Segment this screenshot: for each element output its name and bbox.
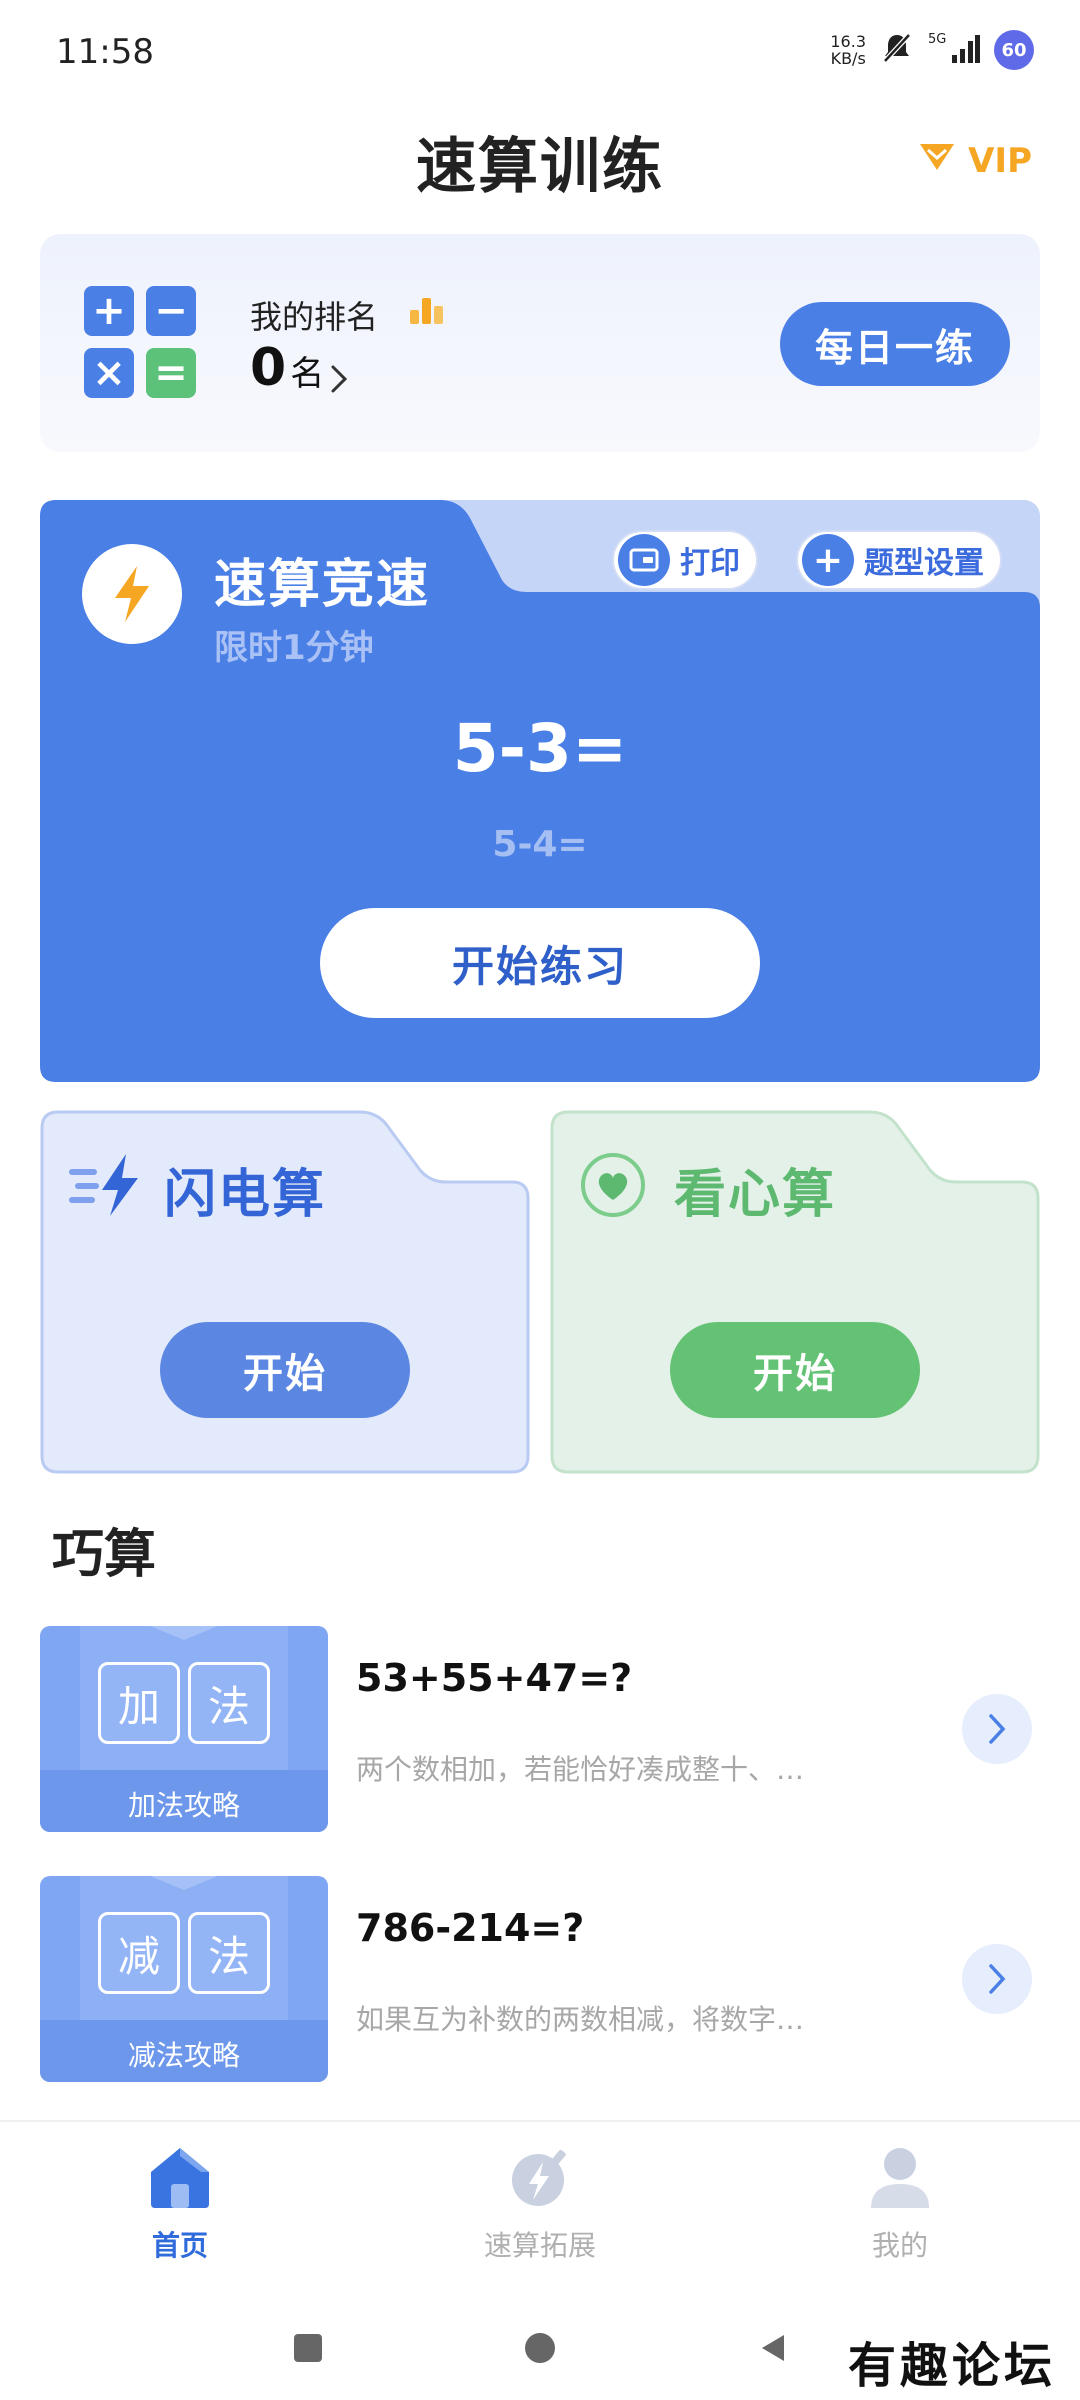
nav-item-speed-extend[interactable]: 速算拓展: [440, 2142, 640, 2264]
equals-icon: =: [146, 348, 196, 398]
nav-item-mine[interactable]: 我的: [800, 2142, 1000, 2264]
nav-label-speed-extend: 速算拓展: [483, 2229, 596, 2262]
nav-label-mine: 我的: [871, 2229, 928, 2262]
print-label: 打印: [680, 546, 740, 581]
lightning-calc-card[interactable]: 闪电算 开始: [40, 1110, 530, 1474]
heart-start-button[interactable]: 开始: [670, 1322, 920, 1418]
addition-thumbnail: 加 法 加法攻略: [40, 1626, 328, 1832]
trick-item-subtraction[interactable]: 减 法 减法攻略 786-214=? 如果互为补数的两数相减，将数字…: [40, 1876, 1040, 2082]
subtraction-thumbnail: 减 法 减法攻略: [40, 1876, 328, 2082]
race-title: 速算竞速: [214, 555, 431, 615]
heart-icon: [578, 1150, 648, 1224]
mute-icon: [880, 31, 914, 69]
heart-calc-title: 看心算: [674, 1165, 837, 1225]
stopwatch-lightning-icon: [440, 2142, 640, 2216]
lightning-start-button[interactable]: 开始: [160, 1322, 410, 1418]
trick-description: 如果互为补数的两数相减，将数字…: [356, 2003, 805, 2036]
tricks-section-title: 巧算: [52, 1525, 157, 1585]
network-speed: 16.3 KB/s: [830, 33, 866, 67]
rank-number: 0: [250, 338, 287, 398]
print-button[interactable]: 打印: [612, 530, 758, 590]
question-type-settings-button[interactable]: + 题型设置: [796, 530, 1002, 590]
heart-calc-card[interactable]: 看心算 开始: [550, 1110, 1040, 1474]
trick-description: 两个数相加，若能恰好凑成整十、…: [356, 1753, 805, 1786]
lightning-icon: [68, 1150, 148, 1224]
next-expression: 5-4=: [492, 824, 588, 865]
thumbnail-char: 法: [188, 1662, 270, 1744]
diamond-icon: [916, 138, 958, 183]
status-bar: 11:58 16.3 KB/s 5G 60: [0, 0, 1080, 100]
thumbnail-char: 减: [98, 1912, 180, 1994]
trick-item-addition[interactable]: 加 法 加法攻略 53+55+47=? 两个数相加，若能恰好凑成整十、…: [40, 1626, 1040, 1832]
rank-card[interactable]: + − × = 我的排名 0名 每日一练: [40, 234, 1040, 452]
current-expression: 5-3=: [452, 710, 628, 787]
recent-apps-icon[interactable]: [290, 2330, 326, 2370]
bar-chart-icon: [408, 294, 446, 330]
settings-label: 题型设置: [864, 546, 984, 581]
lightning-calc-title: 闪电算: [164, 1165, 327, 1225]
rank-label: 我的排名: [250, 298, 379, 336]
thumbnail-char: 加: [98, 1662, 180, 1744]
signal-icon: 5G: [928, 31, 980, 69]
network-speed-value: 16.3: [830, 32, 866, 51]
chevron-right-icon[interactable]: [962, 1694, 1032, 1764]
status-icons: 16.3 KB/s 5G 60: [830, 30, 1034, 70]
back-icon[interactable]: [756, 2330, 792, 2370]
thumbnail-label: 减法攻略: [127, 2039, 240, 2072]
user-icon: [800, 2142, 1000, 2216]
print-icon: [618, 534, 670, 586]
start-practice-button[interactable]: 开始练习: [320, 908, 760, 1018]
bottom-nav: 首页 速算拓展 我的: [0, 2120, 1080, 2270]
lightning-badge-icon: [82, 544, 182, 644]
plus-icon: +: [84, 286, 134, 336]
daily-practice-button[interactable]: 每日一练: [780, 302, 1010, 386]
network-speed-unit: KB/s: [830, 49, 866, 68]
race-subtitle: 限时1分钟: [214, 628, 374, 668]
nav-item-home[interactable]: 首页: [80, 2142, 280, 2264]
chevron-right-icon[interactable]: [962, 1944, 1032, 2014]
thumbnail-char: 法: [188, 1912, 270, 1994]
thumbnail-label: 加法攻略: [127, 1789, 240, 1822]
status-time: 11:58: [56, 32, 154, 72]
rank-unit: 名: [290, 354, 325, 394]
signal-label: 5G: [928, 32, 946, 47]
trick-expression: 53+55+47=?: [356, 1656, 633, 1700]
battery-indicator: 60: [994, 30, 1034, 70]
vip-label: VIP: [968, 140, 1032, 181]
speed-race-card: 速算竞速 限时1分钟 打印 + 题型设置 5-3= 5-4= 开始练习: [40, 500, 1040, 1082]
home-circle-icon[interactable]: [522, 2330, 558, 2370]
nav-label-home: 首页: [151, 2229, 208, 2262]
rank-value[interactable]: 0名: [250, 338, 324, 398]
plus-circle-icon: +: [802, 534, 854, 586]
chevron-right-icon[interactable]: [328, 362, 350, 400]
multiply-icon: ×: [84, 348, 134, 398]
calculator-icon: + − × =: [84, 286, 200, 402]
minus-icon: −: [146, 286, 196, 336]
home-icon: [80, 2142, 280, 2216]
trick-expression: 786-214=?: [356, 1906, 585, 1950]
watermark: 有趣论坛: [847, 2338, 1056, 2394]
vip-button[interactable]: VIP: [916, 138, 1032, 183]
